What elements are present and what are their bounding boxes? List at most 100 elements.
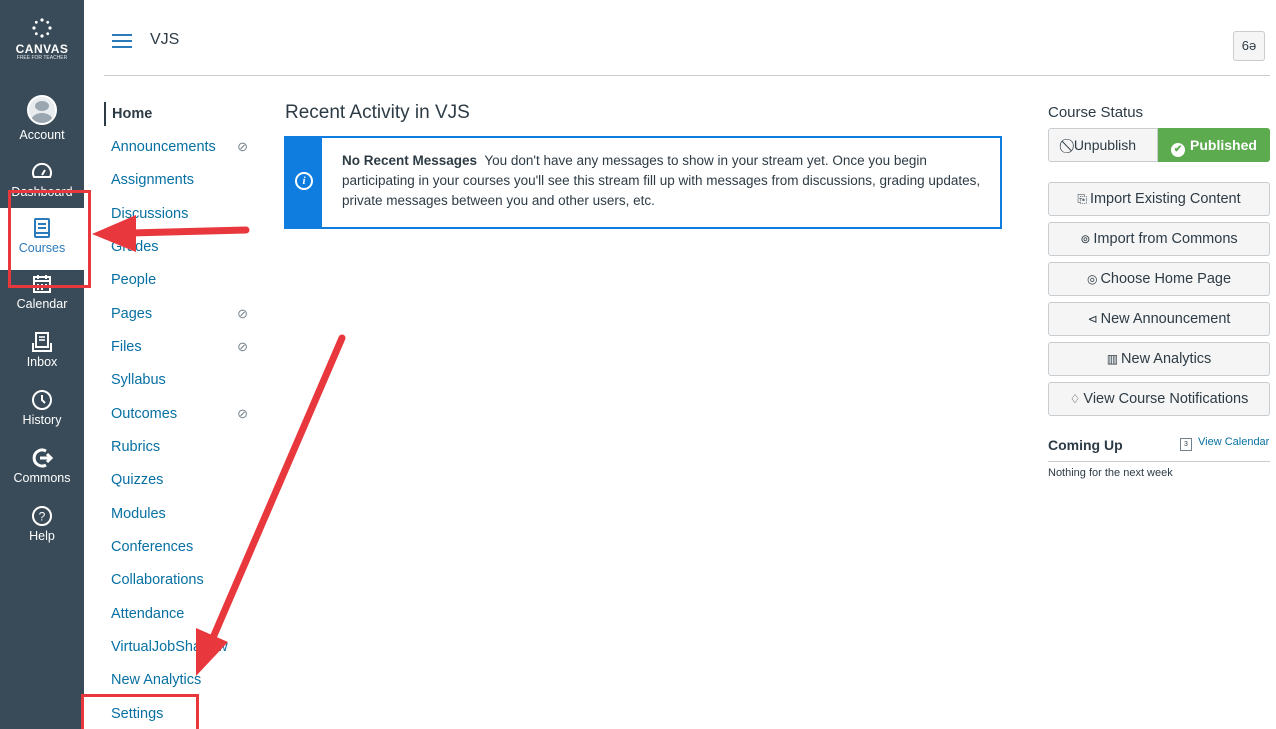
course-nav-conferences[interactable]: Conferences — [104, 535, 254, 559]
course-nav-label: Collaborations — [111, 572, 204, 588]
glasses-icon: 6ə — [1241, 38, 1257, 53]
gnav-inbox[interactable]: Inbox — [0, 330, 84, 369]
gnav-help[interactable]: ? Help — [0, 504, 84, 543]
course-nav-label: New Analytics — [111, 672, 202, 688]
alert-icon-bar: i — [286, 138, 322, 227]
course-nav-label: Conferences — [111, 539, 194, 555]
import-from-commons-button[interactable]: ⊚ Import from Commons — [1048, 222, 1270, 256]
course-status-title: Course Status — [1048, 104, 1144, 121]
courses-highlight-box — [8, 190, 91, 288]
canvas-logo-icon — [0, 18, 84, 41]
page-title: Recent Activity in VJS — [285, 102, 470, 123]
course-nav-home[interactable]: Home — [104, 102, 262, 126]
view-calendar-label: View Calendar — [1198, 436, 1270, 448]
course-nav-syllabus[interactable]: Syllabus — [104, 368, 254, 392]
gnav-commons[interactable]: Commons — [0, 446, 84, 485]
info-icon: i — [295, 172, 313, 190]
course-nav-outcomes[interactable]: Outcomes ⊘ — [104, 402, 254, 426]
published-button[interactable]: ✔ Published — [1158, 128, 1270, 162]
course-nav-grades[interactable]: Grades — [104, 235, 254, 259]
gnav-calendar-label: Calendar — [16, 297, 68, 311]
gnav-account[interactable]: Account — [0, 95, 84, 142]
canvas-logo[interactable]: CANVAS FREE FOR TEACHER — [0, 18, 84, 62]
action-label: Choose Home Page — [1100, 271, 1232, 287]
hidden-eye-icon: ⊘ — [237, 306, 248, 321]
view-course-notifications-button[interactable]: ♢ View Course Notifications — [1048, 382, 1270, 416]
coming-up-divider — [1048, 461, 1270, 462]
action-label: New Announcement — [1100, 311, 1231, 327]
course-nav-label: Announcements — [111, 139, 216, 155]
account-avatar — [27, 95, 57, 125]
megaphone-icon: ⊲ — [1087, 312, 1098, 326]
settings-highlight-box — [81, 694, 199, 729]
history-clock-icon — [32, 390, 52, 410]
course-nav-virtualjobshadow[interactable]: VirtualJobShadow — [104, 635, 254, 659]
gnav-history[interactable]: History — [0, 388, 84, 427]
hidden-eye-icon: ⊘ — [237, 139, 248, 154]
course-nav-modules[interactable]: Modules — [104, 502, 254, 526]
course-nav-new-analytics[interactable]: New Analytics — [104, 668, 254, 692]
target-icon: ◎ — [1086, 272, 1098, 286]
header-divider — [104, 75, 1270, 76]
canvas-logo-sub: FREE FOR TEACHER — [16, 55, 68, 61]
immersive-reader-button[interactable]: 6ə — [1233, 31, 1265, 61]
unpublish-button[interactable]: ⃠ Unpublish — [1048, 128, 1158, 162]
new-announcement-button[interactable]: ⊲ New Announcement — [1048, 302, 1270, 336]
course-nav-label: Files — [111, 339, 142, 355]
course-nav-label: Grades — [111, 239, 159, 255]
commons-arrow-icon — [32, 448, 54, 468]
new-analytics-button[interactable]: ▥ New Analytics — [1048, 342, 1270, 376]
global-nav: CANVAS FREE FOR TEACHER Account Dashboar… — [0, 0, 84, 729]
canvas-logo-word: CANVAS — [15, 42, 69, 56]
calendar-small-icon: 3 — [1180, 438, 1192, 451]
course-nav-pages[interactable]: Pages ⊘ — [104, 302, 254, 326]
action-label: Import Existing Content — [1089, 191, 1241, 207]
gnav-help-label: Help — [29, 529, 55, 543]
gnav-commons-label: Commons — [13, 471, 71, 485]
course-nav-label: Syllabus — [111, 372, 166, 388]
hidden-eye-icon: ⊘ — [237, 339, 248, 354]
alert-heading: No Recent Messages — [342, 153, 478, 168]
course-nav-discussions[interactable]: Discussions — [104, 202, 254, 226]
coming-up-empty: Nothing for the next week — [1048, 467, 1173, 479]
course-nav-files[interactable]: Files ⊘ — [104, 335, 254, 359]
dashboard-gauge-icon — [32, 162, 52, 178]
course-nav-assignments[interactable]: Assignments — [104, 168, 254, 192]
action-label: New Analytics — [1121, 351, 1212, 367]
course-nav-label: Attendance — [111, 606, 185, 622]
coming-up-title: Coming Up — [1048, 437, 1123, 453]
breadcrumb[interactable]: VJS — [150, 31, 179, 49]
course-nav-rubrics[interactable]: Rubrics — [104, 435, 254, 459]
course-nav-label: Rubrics — [111, 439, 161, 455]
svg-text:?: ? — [39, 510, 46, 524]
course-nav-label: Home — [112, 106, 153, 122]
course-nav-attendance[interactable]: Attendance — [104, 602, 254, 626]
course-nav-label: Quizzes — [111, 472, 164, 488]
publish-toggle: ⃠ Unpublish ✔ Published — [1048, 128, 1270, 162]
view-calendar-link[interactable]: 3 View Calendar — [1180, 436, 1269, 451]
top-bar: VJS — [84, 0, 1276, 76]
course-nav-label: Modules — [111, 506, 166, 522]
course-nav-label: Discussions — [111, 206, 189, 222]
analytics-icon: ▥ — [1106, 352, 1119, 366]
gnav-inbox-label: Inbox — [26, 355, 58, 369]
inbox-icon — [32, 332, 52, 352]
import-existing-content-button[interactable]: ⎘ Import Existing Content — [1048, 182, 1270, 216]
gnav-account-label: Account — [19, 128, 65, 142]
gnav-history-label: History — [22, 413, 62, 427]
commons-icon: ⊚ — [1080, 232, 1091, 246]
hidden-eye-icon: ⊘ — [237, 406, 248, 421]
course-nav-announcements[interactable]: Announcements ⊘ — [104, 135, 254, 159]
alert-text: No Recent Messages You don't have any me… — [342, 151, 982, 211]
action-label: Import from Commons — [1093, 231, 1238, 247]
help-question-icon: ? — [32, 506, 52, 526]
course-nav-people[interactable]: People — [104, 268, 254, 292]
unpublish-label: Unpublish — [1073, 137, 1137, 153]
course-nav-quizzes[interactable]: Quizzes — [104, 468, 254, 492]
choose-home-page-button[interactable]: ◎ Choose Home Page — [1048, 262, 1270, 296]
course-nav-label: VirtualJobShadow — [111, 639, 228, 655]
hamburger-menu-icon[interactable] — [112, 34, 132, 48]
course-nav-collaborations[interactable]: Collaborations — [104, 568, 254, 592]
import-icon: ⎘ — [1077, 192, 1087, 206]
course-nav-label: Pages — [111, 306, 153, 322]
